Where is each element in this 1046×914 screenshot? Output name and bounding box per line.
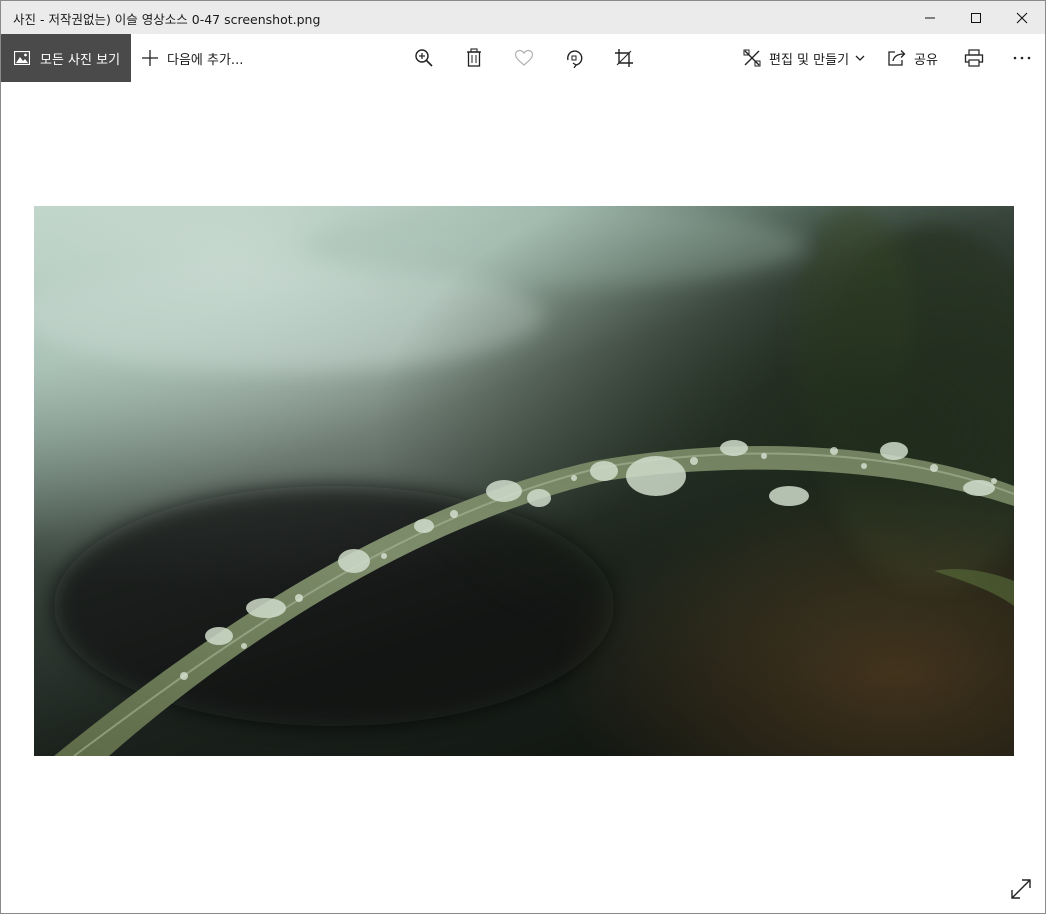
crop-button[interactable] [612,46,636,70]
plus-icon [142,50,158,66]
add-to-label: 다음에 추가... [167,52,244,68]
minimize-icon [925,17,935,18]
window-title: 사진 - 저작권없는) 이슬 영상소스 0-47 screenshot.png [13,12,321,27]
share-button[interactable]: 공유 [888,34,938,82]
add-to-button[interactable]: 다음에 추가... [141,34,243,82]
maximize-button[interactable] [953,1,999,34]
fullscreen-icon [1011,879,1031,899]
print-icon [964,49,984,67]
share-label: 공유 [914,52,938,68]
more-button[interactable] [1010,46,1034,70]
rotate-button[interactable] [562,46,586,70]
fullscreen-button[interactable] [1009,877,1035,903]
photos-app-window: 사진 - 저작권없는) 이슬 영상소스 0-47 screenshot.png … [0,0,1046,914]
view-all-photos-button[interactable]: 모든 사진 보기 [1,34,131,82]
edit-create-label: 편집 및 만들기 [769,52,850,68]
maximize-icon [971,12,981,23]
view-all-photos-label: 모든 사진 보기 [40,52,121,68]
zoom-in-button[interactable] [412,46,436,70]
close-icon [1016,12,1028,23]
delete-button[interactable] [462,46,486,70]
zoom-in-icon [415,49,433,67]
edit-create-button[interactable]: 편집 및 만들기 [743,34,865,82]
minimize-button[interactable] [907,1,953,34]
toolbar: 모든 사진 보기 다음에 추가... 편집 및 만들기 공유 [1,34,1045,82]
edit-create-icon [743,49,761,67]
delete-icon [467,48,481,67]
photo-canvas[interactable] [34,206,1014,756]
close-button[interactable] [999,1,1045,34]
chevron-down-icon [855,55,865,61]
more-icon [1013,56,1031,60]
title-bar: 사진 - 저작권없는) 이슬 영상소스 0-47 screenshot.png [1,1,1045,34]
rotate-icon [567,50,583,68]
share-icon [888,50,906,66]
favorite-button[interactable] [512,46,536,70]
favorite-heart-icon [514,49,534,66]
crop-icon [615,49,633,67]
picture-icon [14,51,30,65]
print-button[interactable] [962,46,986,70]
photo-image [34,206,1014,756]
